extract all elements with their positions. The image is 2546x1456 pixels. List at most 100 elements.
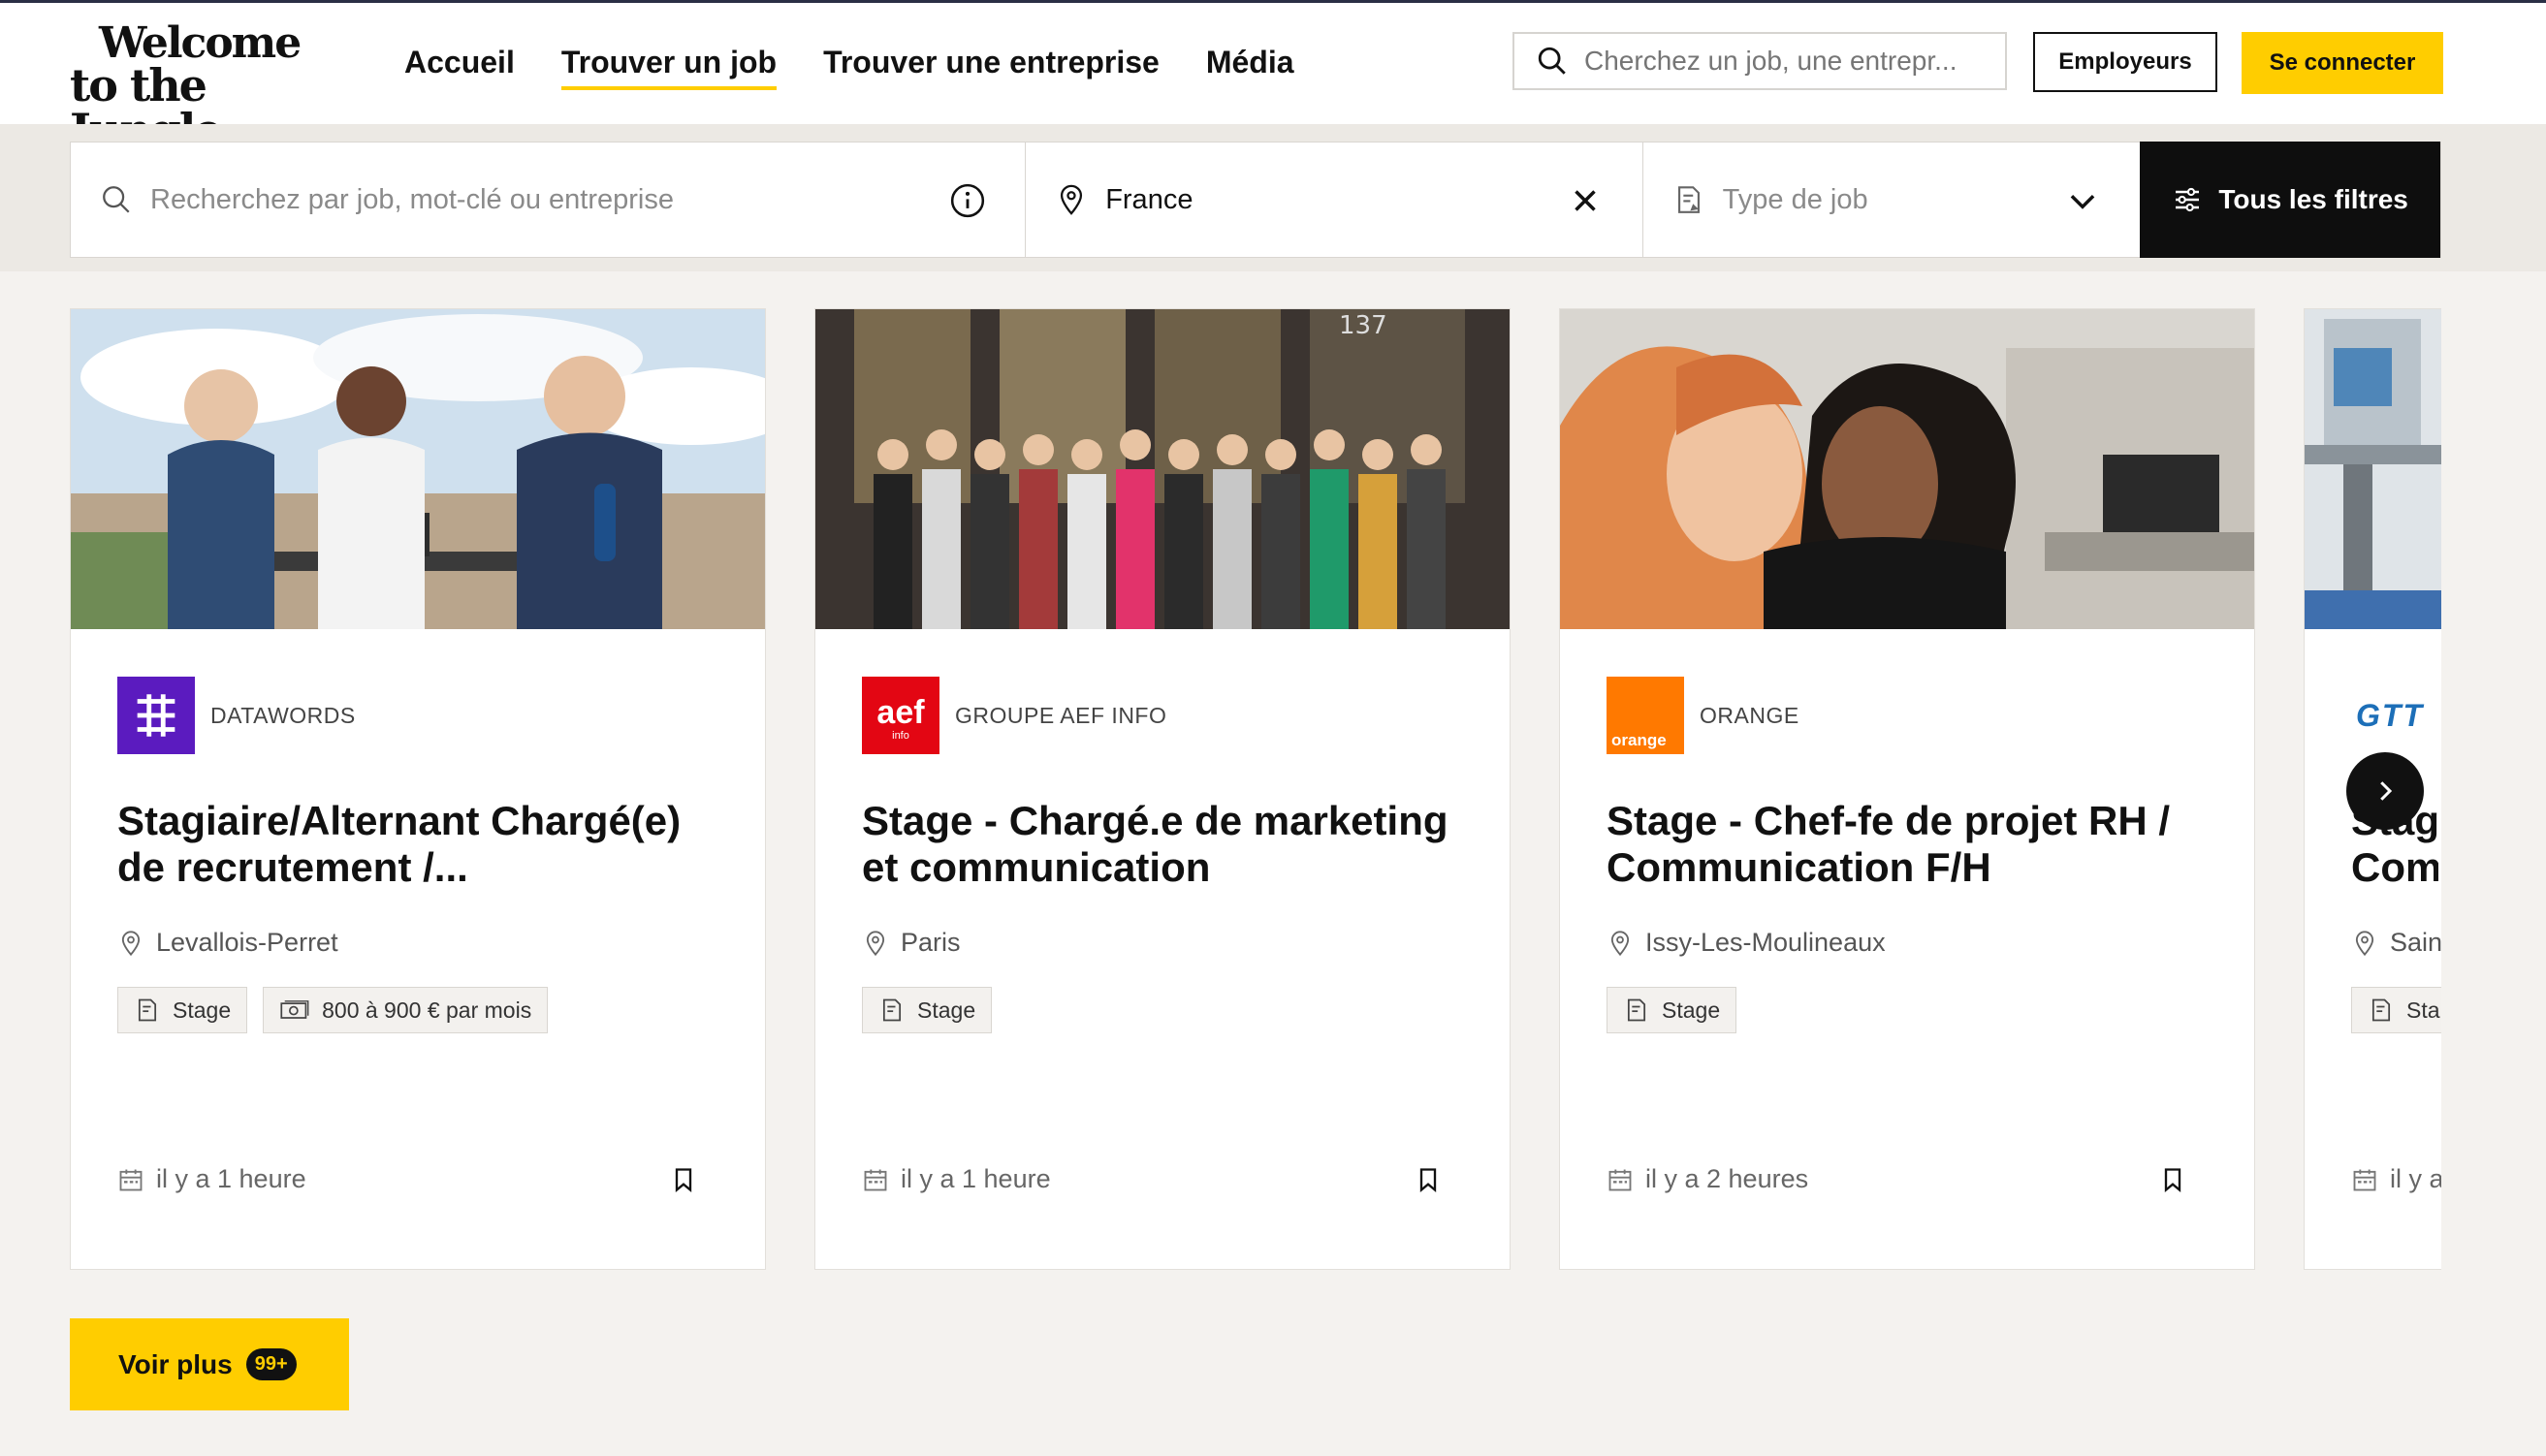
- job-search-form: Recherchez par job, mot-clé ou entrepris…: [70, 142, 2441, 258]
- job-card[interactable]: DATAWORDS Stagiaire/Alternant Chargé(e) …: [70, 308, 766, 1270]
- job-footer: il y a: [2351, 1164, 2441, 1194]
- nav-media[interactable]: Média: [1206, 45, 1294, 90]
- svg-text:info: info: [892, 730, 909, 742]
- job-footer: il y a 1 heure: [862, 1164, 1463, 1194]
- photo-door-number: 137: [1339, 311, 1387, 340]
- company-row[interactable]: GTT: [2351, 676, 2441, 755]
- login-button[interactable]: Se connecter: [2242, 32, 2443, 94]
- gtt-logo-text: GTT: [2356, 697, 2424, 733]
- nav-find-job[interactable]: Trouver un job: [560, 45, 778, 90]
- chevron-right-icon: [2380, 781, 2393, 801]
- location-pin-icon: [1610, 930, 1630, 956]
- search-icon: [1538, 47, 1566, 75]
- banknote-icon: [280, 1000, 309, 1019]
- calendar-icon: [2353, 1169, 2376, 1190]
- calendar-icon: [1608, 1169, 1632, 1190]
- all-filters-button[interactable]: Tous les filtres: [2140, 142, 2440, 258]
- main-nav: Accueil Trouver un job Trouver une entre…: [404, 45, 1341, 90]
- location-pin-icon: [2355, 930, 2374, 956]
- company-row[interactable]: aef info GROUPE AEF INFO: [862, 676, 1463, 755]
- job-location-text: Paris: [901, 928, 961, 957]
- chevron-down-icon: [2070, 195, 2095, 209]
- count-badge: 99+: [245, 1348, 297, 1380]
- job-tags: Sta: [2351, 987, 2441, 1033]
- job-type-placeholder: Type de job: [1722, 183, 1868, 215]
- all-filters-label: Tous les filtres: [2218, 184, 2408, 214]
- company-name: DATAWORDS: [210, 702, 356, 728]
- header-search-input[interactable]: [1582, 45, 1993, 78]
- company-logo: orange: [1607, 677, 1684, 754]
- see-more-label: Voir plus: [118, 1348, 233, 1379]
- info-icon[interactable]: [949, 182, 986, 219]
- filter-sliders-icon: [2176, 187, 2200, 212]
- employers-button[interactable]: Employeurs: [2033, 32, 2217, 92]
- location-value: France: [1105, 183, 1193, 215]
- job-type-select[interactable]: Type de job: [1643, 142, 2141, 257]
- posted-time: il y a 2 heures: [1645, 1164, 1809, 1193]
- location-field[interactable]: France: [1026, 142, 1643, 257]
- job-location: Sain: [2351, 928, 2441, 958]
- location-pin-icon: [866, 930, 885, 956]
- job-card-photo: 137: [815, 309, 1510, 629]
- job-location-text: Levallois-Perret: [156, 928, 338, 957]
- contract-icon: [138, 998, 157, 1022]
- see-more-button[interactable]: Voir plus 99+: [70, 1318, 349, 1410]
- job-card-photo: [1560, 309, 2254, 629]
- job-location: Paris: [862, 928, 1463, 958]
- company-name: GROUPE AEF INFO: [955, 702, 1167, 728]
- contract-icon: [1627, 998, 1646, 1022]
- company-name: ORANGE: [1700, 702, 1799, 728]
- job-footer: il y a 2 heures: [1607, 1164, 2208, 1194]
- contract-icon: [2371, 998, 2391, 1022]
- company-logo: GTT: [2351, 677, 2429, 754]
- job-tags: Stage: [1607, 987, 2208, 1033]
- job-location-text: Sain: [2390, 928, 2441, 957]
- svg-text:aef: aef: [876, 694, 925, 731]
- job-title[interactable]: Stagiaire/Alternant Chargé(e) de recrute…: [117, 798, 718, 895]
- location-pin-icon: [1061, 184, 1083, 215]
- keyword-field[interactable]: Recherchez par job, mot-clé ou entrepris…: [71, 142, 1027, 257]
- tag-contract: Stage: [1607, 987, 1737, 1033]
- job-location: Issy-Les-Moulineaux: [1607, 928, 2208, 958]
- site-header: Welcome to the Jungle Accueil Trouver un…: [0, 3, 2546, 152]
- job-card[interactable]: orange ORANGE Stage - Chef-fe de projet …: [1559, 308, 2255, 1270]
- contract-icon: [882, 998, 902, 1022]
- posted-time: il y a 1 heure: [156, 1164, 306, 1193]
- company-logo: [117, 677, 195, 754]
- job-cards-carousel: DATAWORDS Stagiaire/Alternant Chargé(e) …: [70, 308, 2441, 1272]
- job-card[interactable]: 137 aef info GROUPE AEF INFO Stage - Cha…: [814, 308, 1511, 1270]
- contract-icon: [1677, 186, 1700, 213]
- location-pin-icon: [121, 930, 141, 956]
- company-row[interactable]: DATAWORDS: [117, 676, 718, 755]
- bookmark-icon[interactable]: [670, 1164, 697, 1195]
- header-search[interactable]: [1512, 32, 2007, 90]
- job-card-photo: [2305, 309, 2441, 629]
- tag-contract: Stage: [862, 987, 993, 1033]
- job-location: Levallois-Perret: [117, 928, 718, 958]
- keyword-placeholder: Recherchez par job, mot-clé ou entrepris…: [150, 183, 674, 215]
- job-footer: il y a 1 heure: [117, 1164, 718, 1194]
- job-tags: Stage: [862, 987, 1463, 1033]
- company-logo: aef info: [862, 677, 939, 754]
- posted-time: il y a 1 heure: [901, 1164, 1051, 1193]
- tag-contract: Sta: [2351, 987, 2441, 1033]
- job-location-text: Issy-Les-Moulineaux: [1645, 928, 1886, 957]
- company-row[interactable]: orange ORANGE: [1607, 676, 2208, 755]
- nav-home[interactable]: Accueil: [404, 45, 515, 90]
- tag-contract: Stage: [117, 987, 248, 1033]
- job-title[interactable]: Stage - Chef-fe de projet RH / Communica…: [1607, 798, 2208, 895]
- job-card-photo: [71, 309, 765, 629]
- nav-find-company[interactable]: Trouver une entreprise: [823, 45, 1160, 90]
- bookmark-icon[interactable]: [2159, 1164, 2186, 1195]
- search-icon: [103, 186, 130, 213]
- calendar-icon: [119, 1169, 143, 1190]
- close-icon[interactable]: [1567, 182, 1604, 219]
- tag-salary: 800 à 900 € par mois: [263, 987, 549, 1033]
- calendar-icon: [864, 1169, 887, 1190]
- job-title[interactable]: Stage - Chargé.e de marketing et communi…: [862, 798, 1463, 895]
- bookmark-icon[interactable]: [1415, 1164, 1442, 1195]
- carousel-next-button[interactable]: [2346, 752, 2424, 830]
- filter-bar: Recherchez par job, mot-clé ou entrepris…: [0, 124, 2546, 271]
- orange-logo-text: orange: [1611, 731, 1667, 749]
- job-tags: Stage 800 à 900 € par mois: [117, 987, 718, 1033]
